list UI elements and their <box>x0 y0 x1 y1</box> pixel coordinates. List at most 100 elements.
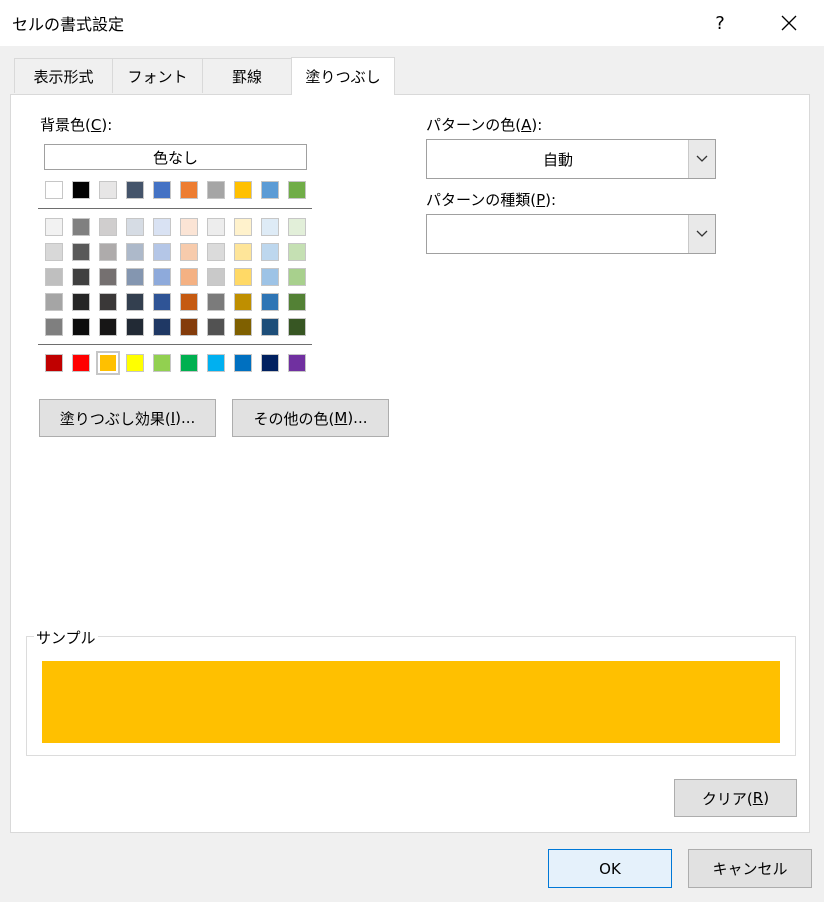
tab-label: 表示形式 <box>33 67 94 86</box>
color-swatch-standard[interactable] <box>288 354 306 372</box>
color-swatch-shade[interactable] <box>234 318 252 336</box>
color-swatch-shade[interactable] <box>45 318 63 336</box>
color-swatch-shade[interactable] <box>72 218 90 236</box>
tab-label: 塗りつぶし <box>305 68 381 86</box>
color-swatch-shade[interactable] <box>207 218 225 236</box>
color-swatch-shade[interactable] <box>126 318 144 336</box>
color-swatch-shade[interactable] <box>261 268 279 286</box>
tab-fill[interactable]: 塗りつぶし <box>291 57 395 95</box>
color-swatch-shade[interactable] <box>99 243 117 261</box>
color-swatch-standard[interactable] <box>96 351 120 375</box>
close-icon <box>781 15 797 31</box>
color-swatch-shade[interactable] <box>288 218 306 236</box>
color-swatch-shade[interactable] <box>153 318 171 336</box>
color-swatch-shade[interactable] <box>45 218 63 236</box>
color-swatch-theme[interactable] <box>126 181 144 199</box>
color-swatch-shade[interactable] <box>126 243 144 261</box>
color-swatch-shade[interactable] <box>288 318 306 336</box>
color-swatch-shade[interactable] <box>45 243 63 261</box>
tab-font[interactable]: フォント <box>112 58 203 93</box>
color-swatch-shade[interactable] <box>45 293 63 311</box>
color-swatch-theme[interactable] <box>207 181 225 199</box>
help-icon: ? <box>715 12 725 34</box>
color-swatch-shade[interactable] <box>180 243 198 261</box>
color-swatch-shade[interactable] <box>234 293 252 311</box>
color-swatch-shade[interactable] <box>207 243 225 261</box>
fill-effects-button[interactable]: 塗りつぶし効果(I)... <box>39 399 216 437</box>
color-swatch-shade[interactable] <box>99 318 117 336</box>
color-swatch-theme[interactable] <box>180 181 198 199</box>
color-swatch-standard[interactable] <box>72 354 90 372</box>
palette-divider <box>38 208 312 209</box>
pattern-style-value <box>427 215 689 253</box>
color-swatch-theme[interactable] <box>261 181 279 199</box>
color-swatch-theme[interactable] <box>45 181 63 199</box>
color-swatch-shade[interactable] <box>207 268 225 286</box>
color-swatch-shade[interactable] <box>72 293 90 311</box>
palette-divider <box>38 344 312 345</box>
color-swatch-shade[interactable] <box>180 318 198 336</box>
color-swatch-shade[interactable] <box>234 268 252 286</box>
tab-number-format[interactable]: 表示形式 <box>14 58 113 93</box>
cancel-button[interactable]: キャンセル <box>688 849 812 888</box>
color-swatch-shade[interactable] <box>153 243 171 261</box>
color-swatch-shade[interactable] <box>234 243 252 261</box>
color-swatch-shade[interactable] <box>99 218 117 236</box>
color-swatch-shade[interactable] <box>72 268 90 286</box>
color-swatch-shade[interactable] <box>207 318 225 336</box>
sample-preview <box>42 661 780 743</box>
color-swatch-standard[interactable] <box>153 354 171 372</box>
color-swatch-shade[interactable] <box>261 293 279 311</box>
tab-label: フォント <box>127 67 188 86</box>
color-swatch-shade[interactable] <box>126 268 144 286</box>
tab-border[interactable]: 罫線 <box>202 58 292 93</box>
color-swatch-shade[interactable] <box>45 268 63 286</box>
color-swatch-shade[interactable] <box>99 268 117 286</box>
pattern-style-dropdown[interactable] <box>426 214 716 254</box>
color-swatch-shade[interactable] <box>288 243 306 261</box>
color-swatch-shade[interactable] <box>261 243 279 261</box>
pattern-color-label: パターンの色(A): <box>426 116 543 134</box>
color-swatch-shade[interactable] <box>180 218 198 236</box>
color-swatch-standard[interactable] <box>261 354 279 372</box>
chevron-down-icon[interactable] <box>688 140 715 178</box>
color-swatch-shade[interactable] <box>153 218 171 236</box>
pattern-color-dropdown[interactable]: 自動 <box>426 139 716 179</box>
color-swatch-theme[interactable] <box>99 181 117 199</box>
color-swatch-standard[interactable] <box>45 354 63 372</box>
color-swatch-shade[interactable] <box>288 268 306 286</box>
color-swatch-shade[interactable] <box>99 293 117 311</box>
color-swatch-theme[interactable] <box>234 181 252 199</box>
pattern-color-value: 自動 <box>542 150 573 169</box>
color-swatch-shade[interactable] <box>126 293 144 311</box>
window-title: セルの書式設定 <box>12 15 125 34</box>
more-colors-button[interactable]: その他の色(M)... <box>232 399 389 437</box>
help-button[interactable]: ? <box>700 0 740 46</box>
color-swatch-shade[interactable] <box>261 318 279 336</box>
color-swatch-standard[interactable] <box>180 354 198 372</box>
color-swatch-shade[interactable] <box>153 268 171 286</box>
color-swatch-shade[interactable] <box>207 293 225 311</box>
color-swatch-theme[interactable] <box>153 181 171 199</box>
color-swatch-standard[interactable] <box>234 354 252 372</box>
color-swatch-shade[interactable] <box>288 293 306 311</box>
color-swatch-shade[interactable] <box>72 243 90 261</box>
chevron-down-icon[interactable] <box>688 215 715 253</box>
color-swatch-standard[interactable] <box>207 354 225 372</box>
color-swatch-shade[interactable] <box>234 218 252 236</box>
clear-button[interactable]: クリア(R) <box>674 779 797 817</box>
color-swatch-theme[interactable] <box>72 181 90 199</box>
color-swatch-shade[interactable] <box>180 293 198 311</box>
color-swatch-standard[interactable] <box>126 354 144 372</box>
color-swatch-shade[interactable] <box>72 318 90 336</box>
background-color-label: 背景色(C): <box>40 116 113 134</box>
color-swatch-theme[interactable] <box>288 181 306 199</box>
close-button[interactable] <box>766 0 812 46</box>
color-swatch-shade[interactable] <box>180 268 198 286</box>
color-swatch-shade[interactable] <box>261 218 279 236</box>
sample-label: サンプル <box>34 627 98 648</box>
ok-button[interactable]: OK <box>548 849 672 888</box>
color-swatch-shade[interactable] <box>126 218 144 236</box>
color-swatch-shade[interactable] <box>153 293 171 311</box>
no-color-button[interactable]: 色なし <box>44 144 307 170</box>
